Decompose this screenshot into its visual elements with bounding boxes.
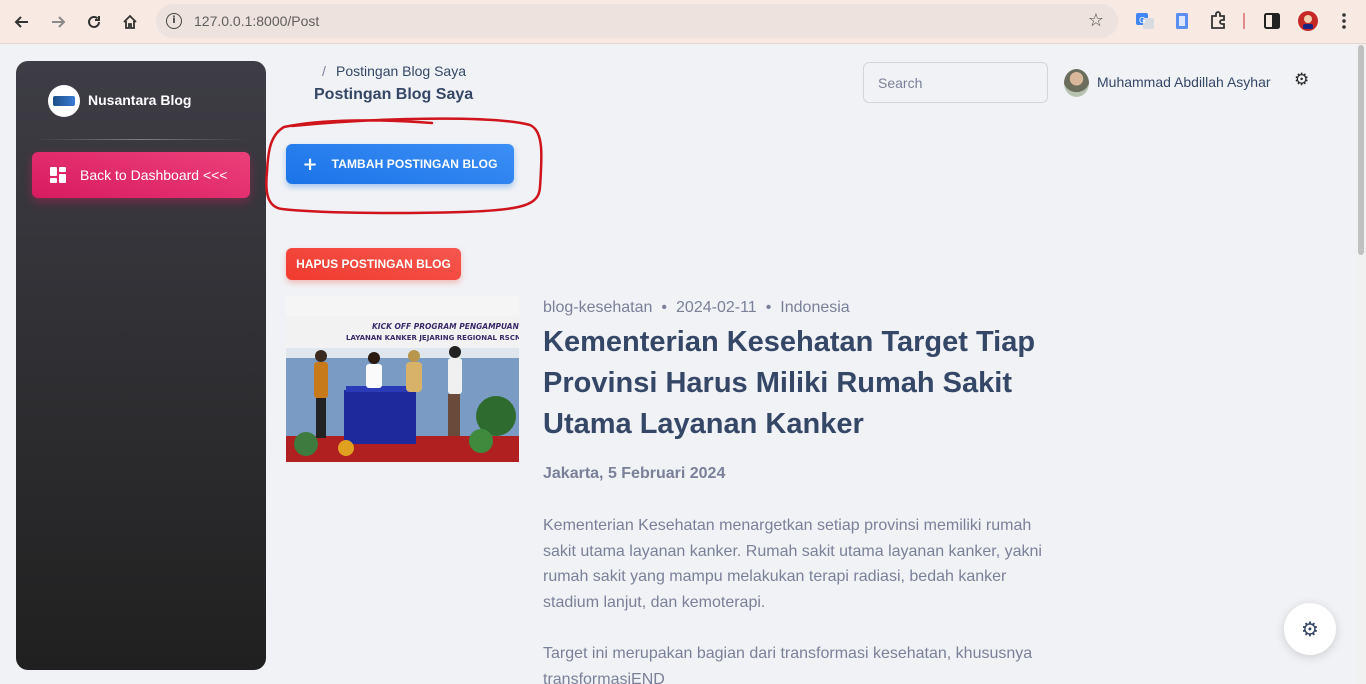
add-post-button[interactable]: + TAMBAH POSTINGAN BLOG	[286, 144, 514, 184]
meta-separator: •	[765, 299, 772, 316]
profile-avatar-icon[interactable]	[1297, 10, 1319, 32]
translate-extension-icon[interactable]: G	[1134, 10, 1156, 32]
user-name[interactable]: Muhammad Abdillah Asyhar	[1097, 74, 1271, 90]
post-dateline: Jakarta, 5 Februari 2024	[543, 465, 726, 482]
extensions-puzzle-icon[interactable]	[1207, 10, 1229, 32]
meta-separator: •	[661, 299, 668, 316]
address-bar[interactable]: i 127.0.0.1:8000/Post ☆	[156, 4, 1118, 38]
site-info-icon[interactable]: i	[166, 13, 182, 29]
url-text: 127.0.0.1:8000/Post	[194, 13, 320, 29]
side-panel-icon[interactable]	[1261, 10, 1283, 32]
scrollbar-thumb[interactable]	[1358, 45, 1364, 255]
scrollbar[interactable]	[1356, 45, 1366, 684]
post-paragraph: Kementerian Kesehatan menargetkan setiap…	[543, 517, 1042, 611]
home-icon[interactable]	[116, 8, 144, 36]
post-country: Indonesia	[780, 299, 850, 316]
browser-menu-icon[interactable]	[1333, 10, 1355, 32]
post-paragraph: Target ini merupakan bagian dari transfo…	[543, 645, 1033, 684]
breadcrumb-separator: /	[322, 63, 326, 79]
forward-arrow-icon[interactable]	[44, 8, 72, 36]
toolbar-divider	[1243, 13, 1245, 29]
back-to-dashboard-label: Back to Dashboard <<<	[80, 167, 228, 183]
post-title[interactable]: Kementerian Kesehatan Target Tiap Provin…	[543, 322, 1043, 445]
dashboard-icon	[50, 167, 66, 183]
search-input[interactable]	[863, 62, 1048, 103]
user-avatar[interactable]	[1064, 69, 1089, 97]
svg-text:G: G	[1139, 16, 1145, 25]
back-arrow-icon[interactable]	[8, 8, 36, 36]
browser-toolbar: i 127.0.0.1:8000/Post ☆ G	[0, 0, 1366, 44]
gear-icon[interactable]: ⚙	[1294, 70, 1309, 90]
bookmark-star-icon[interactable]: ☆	[1088, 10, 1104, 31]
add-post-label: TAMBAH POSTINGAN BLOG	[331, 157, 498, 171]
sidebar: Nusantara Blog Back to Dashboard <<<	[16, 61, 266, 670]
brand-logo[interactable]	[48, 85, 80, 117]
post-date: 2024-02-11	[676, 299, 757, 316]
image-banner-line2: LAYANAN KANKER JEJARING REGIONAL RSCM	[346, 334, 519, 342]
post-image[interactable]: KICK OFF PROGRAM PENGAMPUAN LAYANAN KANK…	[286, 296, 519, 462]
delete-post-button[interactable]: HAPUS POSTINGAN BLOG	[286, 248, 461, 280]
post-category[interactable]: blog-kesehatan	[543, 299, 652, 316]
breadcrumb: Postingan Blog Saya	[336, 63, 466, 79]
plus-icon: +	[302, 153, 318, 175]
reload-icon[interactable]	[80, 8, 108, 36]
post-meta: blog-kesehatan • 2024-02-11 • Indonesia	[543, 299, 850, 317]
back-to-dashboard-button[interactable]: Back to Dashboard <<<	[32, 152, 250, 198]
page-title: Postingan Blog Saya	[314, 86, 474, 103]
settings-gear-icon[interactable]: ⚙	[1284, 603, 1336, 655]
sidebar-divider	[32, 139, 250, 140]
brand-name[interactable]: Nusantara Blog	[88, 92, 191, 108]
image-banner-line1: KICK OFF PROGRAM PENGAMPUAN	[372, 322, 519, 331]
docs-extension-icon[interactable]	[1171, 10, 1193, 32]
